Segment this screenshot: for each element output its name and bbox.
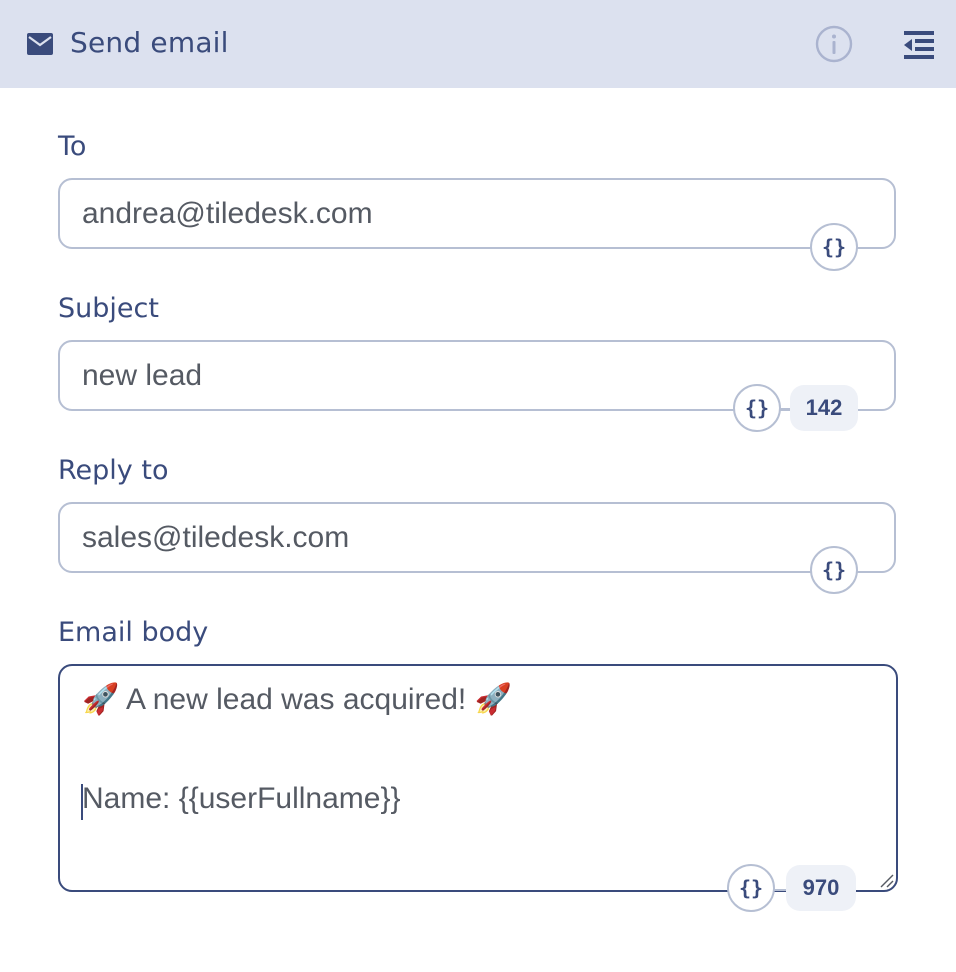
body-insert-variable-button[interactable]: {} <box>727 864 775 912</box>
email-body-textarea[interactable]: 🚀 A new lead was acquired! 🚀 Name: {{use… <box>58 664 898 892</box>
panel-header: Send email <box>0 0 956 88</box>
to-field[interactable]: andrea@tiledesk.com <box>58 178 896 249</box>
to-label: To <box>58 131 87 162</box>
reply-to-insert-variable-button[interactable]: {} <box>810 546 858 594</box>
subject-label: Subject <box>58 293 159 324</box>
body-char-counter: 970 <box>786 865 856 911</box>
to-value: andrea@tiledesk.com <box>82 197 373 230</box>
info-icon[interactable] <box>814 24 854 64</box>
resize-grip-icon[interactable] <box>878 872 894 888</box>
email-body-line-1: 🚀 A new lead was acquired! 🚀 <box>82 683 512 716</box>
email-body-label: Email body <box>58 617 209 648</box>
email-body-line-2: Name: {{userFullname}} <box>82 782 401 815</box>
to-insert-variable-button[interactable]: {} <box>810 223 858 271</box>
collapse-panel-icon[interactable] <box>900 26 936 62</box>
panel-title: Send email <box>70 26 229 59</box>
subject-value: new lead <box>82 359 203 392</box>
subject-char-counter: 142 <box>790 385 858 431</box>
reply-to-field[interactable]: sales@tiledesk.com <box>58 502 896 573</box>
reply-to-value: sales@tiledesk.com <box>82 521 350 554</box>
mail-icon <box>27 33 53 55</box>
subject-insert-variable-button[interactable]: {} <box>733 384 781 432</box>
reply-to-label: Reply to <box>58 455 169 486</box>
